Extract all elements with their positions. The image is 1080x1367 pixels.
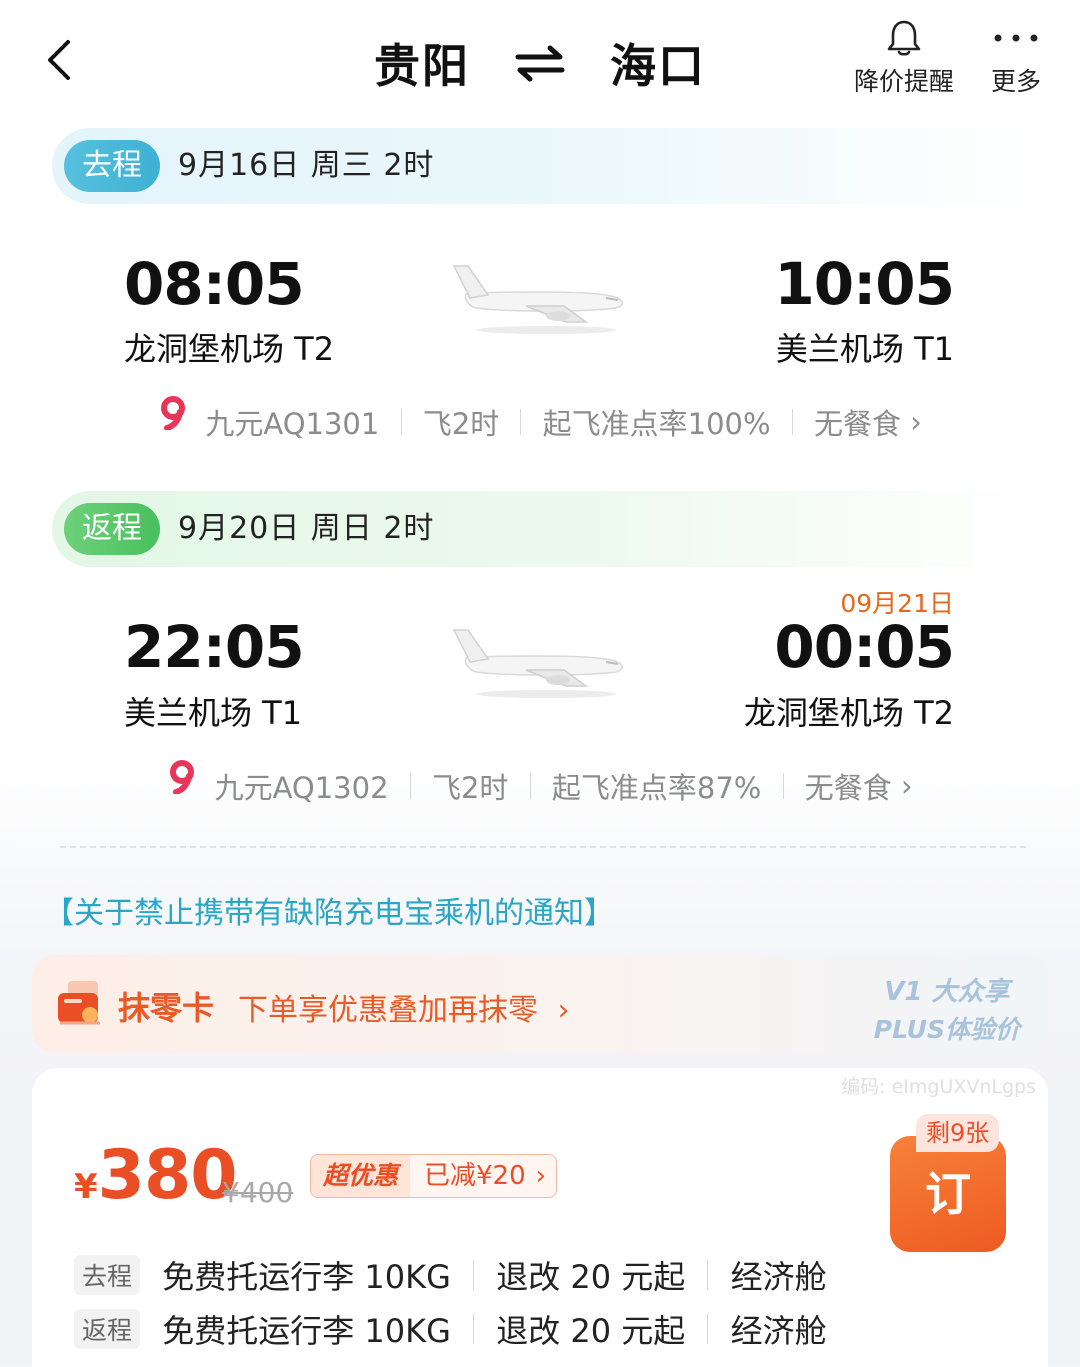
book-button[interactable]: 订 bbox=[890, 1136, 1006, 1252]
outbound-departure-time: 08:05 bbox=[124, 250, 305, 318]
airline-logo-icon bbox=[170, 760, 195, 795]
destination-city: 海口 bbox=[610, 39, 707, 93]
rule-tag: 返程 bbox=[74, 1309, 141, 1349]
bell-icon bbox=[887, 20, 921, 56]
change-rule: 退改 20 元起 bbox=[496, 1312, 686, 1350]
outbound-arrival-time: 10:05 bbox=[774, 250, 955, 318]
remaining-seats-badge: 剩9张 bbox=[916, 1114, 1000, 1152]
divider bbox=[409, 773, 411, 799]
airline-logo-icon bbox=[161, 396, 186, 431]
more-dots-icon bbox=[994, 34, 1038, 42]
return-segment-header: 返程 9月20日 周日 2时 bbox=[52, 491, 1032, 567]
rounding-card-promo[interactable]: 抹零卡 下单享优惠叠加再抹零 › V1 大众享 PLUS体验价 bbox=[32, 955, 1048, 1053]
return-fare-rules: 返程 免费托运行李 10KG 退改 20 元起 经济舱 bbox=[74, 1306, 827, 1352]
outbound-arrival-airport: 美兰机场 T1 bbox=[775, 330, 954, 368]
dashed-divider bbox=[60, 846, 1026, 848]
fare-card: 编码: eImgUXVnLgps ¥380 ¥400 超优惠 已减¥20 › 订 剩… bbox=[32, 1068, 1048, 1367]
divider bbox=[707, 1314, 709, 1344]
swap-arrows-icon bbox=[515, 45, 565, 82]
baggage-rule: 免费托运行李 10KG bbox=[162, 1312, 451, 1350]
discount-label: 超优惠 bbox=[311, 1155, 411, 1197]
fare-price: ¥380 bbox=[74, 1136, 238, 1215]
divider bbox=[529, 773, 531, 799]
outbound-fare-rules: 去程 免费托运行李 10KG 退改 20 元起 经济舱 bbox=[74, 1252, 827, 1298]
outbound-departure-airport: 龙洞堡机场 T2 bbox=[124, 330, 335, 368]
return-departure-airport: 美兰机场 T1 bbox=[124, 694, 303, 732]
airplane-icon bbox=[452, 265, 623, 334]
chevron-right-icon: › bbox=[910, 405, 922, 439]
return-arrival-airport: 龙洞堡机场 T2 bbox=[743, 694, 954, 732]
origin-city: 贵阳 bbox=[373, 39, 470, 93]
rule-tag: 去程 bbox=[74, 1255, 141, 1295]
return-flight-number: 九元AQ1302 bbox=[214, 771, 389, 805]
cabin-class: 经济舱 bbox=[730, 1312, 827, 1350]
top-nav: 贵阳 海口 降价提醒 更多 bbox=[0, 0, 1080, 120]
divider bbox=[473, 1314, 475, 1344]
plus-badge-line2: PLUS体验价 bbox=[873, 1015, 1020, 1044]
outbound-tag: 去程 bbox=[64, 140, 160, 192]
promo-desc-text: 下单享优惠叠加再抹零 bbox=[238, 993, 538, 1028]
chevron-right-icon: › bbox=[535, 1161, 547, 1191]
promo-description: 下单享优惠叠加再抹零 › bbox=[238, 985, 570, 1029]
outbound-segment-header: 去程 9月16日 周三 2时 bbox=[52, 128, 1032, 204]
more-button[interactable]: 更多 bbox=[980, 18, 1052, 98]
original-price: ¥400 bbox=[222, 1176, 294, 1209]
divider bbox=[707, 1260, 709, 1290]
return-meal: 无餐食 bbox=[804, 771, 892, 805]
price-amount: 380 bbox=[97, 1136, 238, 1215]
discount-amount: 已减¥20 bbox=[424, 1161, 526, 1191]
divider bbox=[520, 409, 522, 435]
chevron-right-icon: › bbox=[901, 769, 913, 803]
cabin-class: 经济舱 bbox=[730, 1258, 827, 1296]
return-flight-meta[interactable]: 九元AQ1302 飞2时 起飞准点率87% 无餐食 › bbox=[0, 760, 1080, 807]
price-alert-label: 降价提醒 bbox=[853, 67, 954, 96]
return-date-info: 9月20日 周日 2时 bbox=[178, 511, 435, 546]
currency-symbol: ¥ bbox=[74, 1167, 98, 1207]
promo-title: 抹零卡 bbox=[118, 989, 215, 1027]
more-label: 更多 bbox=[990, 67, 1041, 96]
plus-badge-line1: V1 大众享 bbox=[884, 977, 1010, 1007]
return-tag: 返程 bbox=[64, 503, 160, 555]
outbound-flight-number: 九元AQ1301 bbox=[205, 407, 380, 441]
baggage-rule: 免费托运行李 10KG bbox=[162, 1258, 451, 1296]
book-area: 订 剩9张 bbox=[888, 1114, 1008, 1254]
discount-tag[interactable]: 超优惠 已减¥20 › bbox=[310, 1154, 558, 1198]
chevron-right-icon: › bbox=[557, 993, 570, 1028]
outbound-date-info: 9月16日 周三 2时 bbox=[178, 148, 435, 183]
return-arrival-time: 00:05 bbox=[774, 613, 955, 681]
outbound-on-time-rate: 起飞准点率100% bbox=[542, 407, 771, 441]
divider bbox=[782, 773, 784, 799]
price-alert-button[interactable]: 降价提醒 bbox=[846, 18, 962, 98]
divider bbox=[791, 409, 793, 435]
return-on-time-rate: 起飞准点率87% bbox=[551, 771, 762, 805]
return-departure-time: 22:05 bbox=[124, 613, 305, 681]
outbound-meal: 无餐食 bbox=[814, 407, 902, 441]
outbound-flight-meta[interactable]: 九元AQ1301 飞2时 起飞准点率100% 无餐食 › bbox=[0, 396, 1080, 443]
change-rule: 退改 20 元起 bbox=[496, 1258, 686, 1296]
divider bbox=[473, 1260, 475, 1290]
coupon-card-icon bbox=[58, 981, 100, 1025]
watermark-code: 编码: eImgUXVnLgps bbox=[841, 1076, 1036, 1098]
divider bbox=[400, 409, 402, 435]
plus-badge: V1 大众享 PLUS体验价 bbox=[874, 971, 1020, 1046]
return-duration: 飞2时 bbox=[431, 771, 509, 805]
power-bank-notice-link[interactable]: 【关于禁止携带有缺陷充电宝乘机的通知】 bbox=[44, 888, 614, 932]
airplane-icon bbox=[452, 629, 623, 698]
outbound-duration: 飞2时 bbox=[422, 407, 500, 441]
